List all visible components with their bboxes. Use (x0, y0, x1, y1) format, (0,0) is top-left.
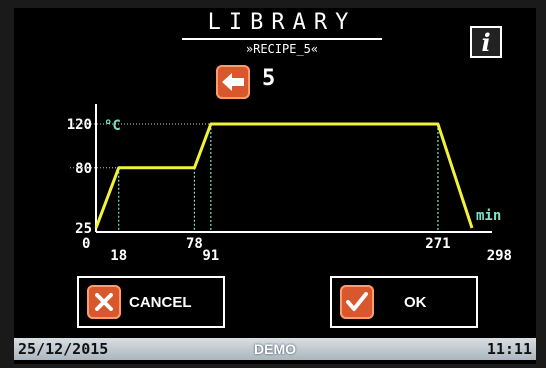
temperature-series-line (94, 122, 474, 229)
x-tick-label: 271 (425, 236, 450, 252)
x-tick-label: 18 (110, 248, 127, 264)
x-icon (87, 285, 121, 319)
arrow-left-icon (222, 73, 244, 91)
cancel-button[interactable]: CANCEL (77, 276, 225, 328)
x-tick-label: 91 (202, 248, 219, 264)
y-tick-label: 120 (67, 117, 92, 133)
y-tick-label: 80 (75, 161, 92, 177)
status-bar: 25/12/2015 DEMO 11:11 (14, 338, 536, 360)
y-unit-label: °C (104, 118, 121, 134)
recipe-subtitle: »RECIPE_5« (245, 42, 319, 56)
status-mode: DEMO (254, 341, 296, 357)
y-tick-label: 25 (75, 221, 92, 237)
page-title: LIBRARY (207, 10, 357, 35)
ok-button-label: OK (404, 293, 427, 311)
temperature-profile-chart: 25 80 120 °C min 0 18 7891 271 298 (67, 104, 512, 264)
info-button[interactable]: i (470, 26, 502, 58)
x-unit-label: min (476, 208, 501, 224)
info-icon: i (481, 27, 491, 57)
x-tick-label: 78 (186, 236, 203, 252)
status-time: 11:11 (486, 340, 532, 358)
ok-button[interactable]: OK (330, 276, 478, 328)
title-underline (182, 38, 382, 40)
x-tick-label: 298 (487, 248, 512, 264)
cancel-button-label: CANCEL (129, 293, 192, 311)
x-tick-label: 0 (82, 236, 90, 252)
check-icon (340, 285, 374, 319)
recipe-number: 5 (262, 66, 276, 91)
screen: LIBRARY »RECIPE_5« i 5 25 80 120 °C min 0 18 78… (14, 8, 536, 364)
back-button[interactable] (216, 65, 250, 99)
